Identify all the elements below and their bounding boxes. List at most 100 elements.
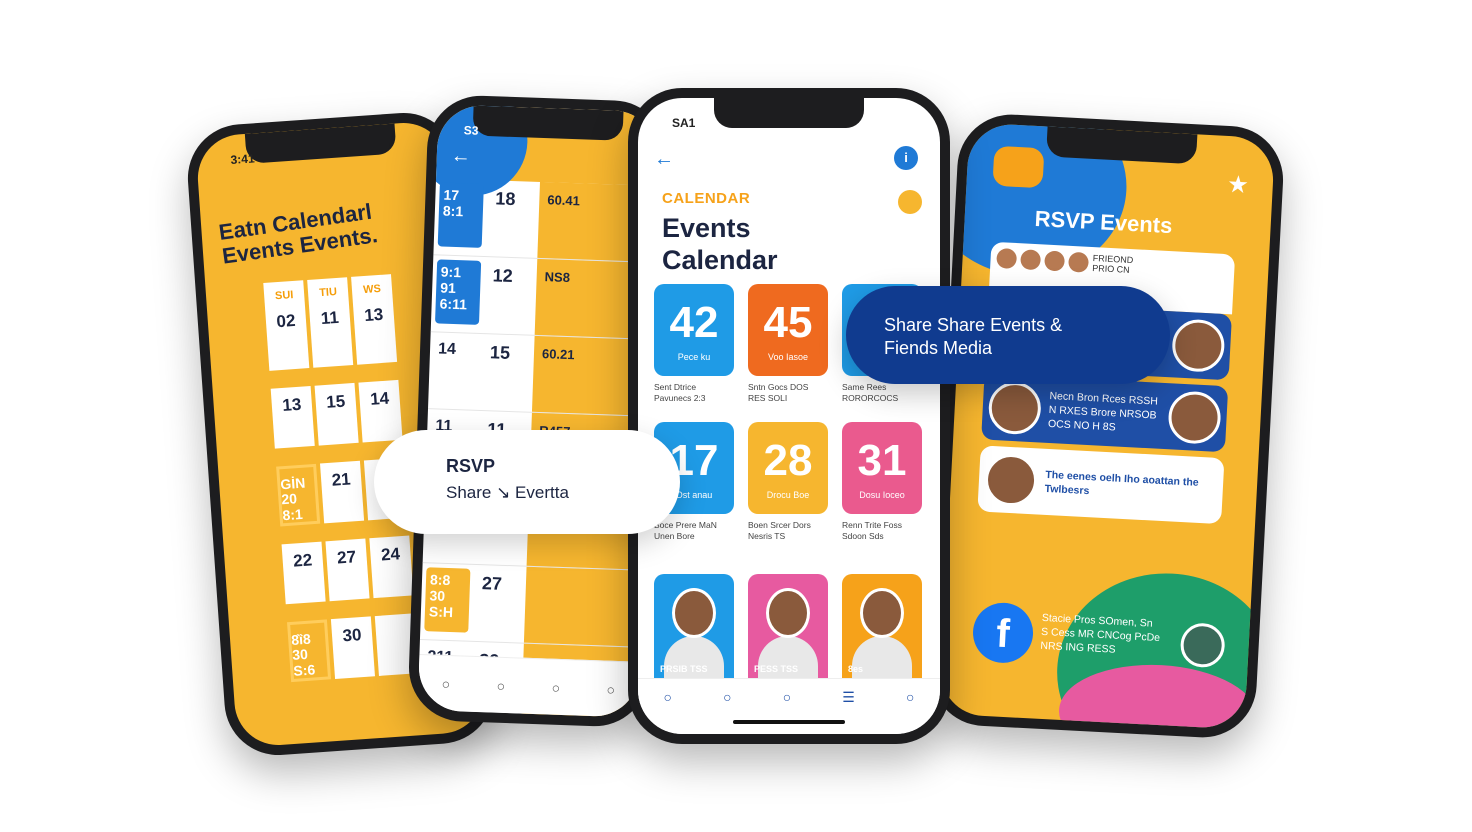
event-subtitle: Drocu Boe (766, 490, 810, 500)
tab-icon[interactable]: ○ (551, 679, 560, 695)
event-subtitle: Ost anau (675, 490, 713, 500)
friend-card[interactable]: The eenes oelh Iho aoattan the Twlbesrs (977, 445, 1225, 525)
avatar (672, 588, 716, 638)
facebook-icon[interactable]: f (971, 601, 1035, 665)
share-caption: Stacie Pros SOmen, Sn S Cess MR CNCog Pc… (1040, 611, 1161, 657)
avatar (1167, 390, 1222, 445)
event-tile[interactable]: 31 Dosu Ioceo Renn Trite Foss Sdoon Sds (842, 422, 922, 550)
tab-icon[interactable]: ○ (783, 689, 791, 705)
tab-icon[interactable]: ○ (664, 689, 672, 705)
face-icon (1044, 250, 1066, 272)
calendar-day-cell[interactable]: 8ȉ8 30 S:6 (286, 619, 332, 683)
tab-icon[interactable]: ○ (723, 689, 731, 705)
phone3-screen: SA1 ← i CALENDAR Events Calendar 42 Pece … (638, 98, 940, 734)
event-date-badge[interactable]: 31 Dosu Ioceo (842, 422, 922, 514)
event-detail (523, 566, 643, 647)
avatar (766, 588, 810, 638)
share-callout[interactable]: Share Share Events & Fiends Media (846, 286, 1170, 384)
section-label: CALENDAR (662, 190, 751, 207)
back-arrow-icon[interactable]: ← (654, 148, 674, 171)
event-date-badge[interactable]: 42 Pece ku (654, 284, 734, 376)
event-caption: Sntn Gocs DOS RES SOLI (748, 382, 809, 403)
phone2-screen: S3 ← 17 8:1 18 60.41 9:1 91 6:11 12 NS8 14 15 60… (417, 104, 659, 718)
avatar (860, 588, 904, 638)
weekday-label: WS (362, 282, 382, 297)
calendar-day-cell[interactable]: 21 (320, 460, 365, 524)
calendar-day-cell[interactable]: 24 (369, 535, 414, 599)
face-icon (1068, 251, 1090, 273)
phone-rsvp-feed: ★ RSVP Events FRIEOND PRIO CN Wers Es er… (928, 111, 1286, 741)
app-logo (992, 145, 1045, 189)
event-tile[interactable]: 45 Voo Iasoe Sntn Gocs DOS RES SOLI (748, 284, 828, 412)
friend-card[interactable]: Necn Bron Rces RSSH N RXES Brore NRSOB O… (981, 373, 1229, 453)
status-time: S3 (463, 123, 479, 138)
calendar-day-cell[interactable]: 27 (325, 538, 370, 602)
rsvp-callout[interactable]: RSVP Share ↘ Evertta (374, 430, 680, 534)
people-row: PRSIB TSS PESS TSS 8es (654, 574, 924, 682)
person-card[interactable]: PESS TSS (748, 574, 828, 682)
calendar-day-cell[interactable]: TIU 11 (307, 277, 354, 368)
page-title: Eatn Calendarl Events Events. (217, 198, 380, 269)
tab-icon[interactable]: ○ (606, 681, 615, 697)
friend-card-text: The eenes oelh Iho aoattan the Twlbesrs (1044, 468, 1199, 498)
schedule-row[interactable]: 8:8 30 S:H 27 (419, 563, 643, 648)
event-tag-cell: 8:8 30 S:H (420, 563, 475, 641)
face-icon (996, 248, 1018, 270)
event-date-badge[interactable]: 45 Voo Iasoe (748, 284, 828, 376)
calendar-day-cell[interactable]: GİN 20 8:1 (276, 463, 321, 527)
avatar (983, 452, 1039, 508)
person-card[interactable]: PRSIB TSS (654, 574, 734, 682)
callout-line: Fiends Media (884, 338, 993, 359)
event-caption: Sent Dtrice Pavunecs 2:3 (654, 382, 706, 403)
calendar-day-cell[interactable]: 30 (330, 616, 375, 680)
person-name: PESS TSS (754, 664, 799, 674)
event-date: 45 (763, 298, 813, 347)
notch (714, 98, 864, 128)
status-time: 3:41 (230, 151, 256, 168)
calendar-day-cell[interactable]: WS 13 (351, 274, 398, 365)
tab-bar: ○ ○ ○ ○ (417, 654, 640, 718)
calendar-day-cell[interactable]: 22 (281, 541, 326, 605)
tab-icon[interactable]: ○ (906, 689, 914, 705)
schedule-row[interactable]: 14 15 60.21 (427, 332, 651, 417)
event-tag[interactable]: 17 8:1 (437, 182, 484, 248)
day-number: 18 (495, 188, 516, 210)
notch (244, 123, 397, 164)
calendar-day-cell[interactable]: 15 (314, 382, 359, 446)
event-date-badge[interactable]: 28 Drocu Boe (748, 422, 828, 514)
back-arrow-icon[interactable]: ← (450, 145, 471, 169)
event-tile[interactable]: 42 Pece ku Sent Dtrice Pavunecs 2:3 (654, 284, 734, 412)
calendar-day-cell[interactable]: 14 (358, 379, 403, 443)
tab-bar: ○ ○ ○ ☰ ○ (638, 678, 940, 734)
calendar-day-cell[interactable]: SUI 02 (263, 280, 310, 371)
event-subtitle: Dosu Ioceo (859, 490, 905, 500)
tab-icon[interactable]: ○ (441, 675, 450, 691)
schedule-row[interactable]: 17 8:1 18 60.41 (433, 178, 656, 263)
day-number: 02 (275, 310, 297, 332)
page-title: Events Calendar (662, 213, 778, 276)
home-indicator (733, 720, 845, 724)
star-icon[interactable]: ★ (1227, 170, 1250, 200)
tab-icon[interactable]: ○ (496, 677, 505, 693)
friends-feed: FRIEOND PRIO CN Wers Es ertern eth NI OS… (977, 241, 1236, 530)
event-tag[interactable]: 8:8 30 S:H (424, 567, 471, 633)
event-tile[interactable]: 28 Drocu Boe Boen Srcer Dors Nesris TS (748, 422, 828, 550)
event-tag[interactable]: 9:1 91 6:11 (434, 259, 482, 325)
callout-line: Share Share Events & (884, 315, 1063, 335)
info-icon[interactable]: i (894, 146, 918, 170)
day-number: 15 (489, 342, 511, 363)
calendar-day-cell[interactable]: 13 (270, 386, 315, 449)
event-caption: Same Rees RORORCOCS (842, 382, 899, 403)
person-card[interactable]: 8es (842, 574, 922, 682)
person-name: PRSIB TSS (660, 664, 708, 674)
event-tag[interactable]: 14 (432, 336, 478, 401)
tab-icon[interactable]: ☰ (842, 689, 855, 706)
day-number: 12 (492, 265, 514, 287)
person-name: 8es (848, 664, 864, 674)
event-date: 28 (763, 436, 813, 485)
avatar (1171, 318, 1226, 373)
notch (472, 105, 624, 141)
event-tag-cell: 17 8:1 (433, 178, 488, 256)
callout-title: RSVP (446, 456, 496, 476)
schedule-row[interactable]: 9:1 91 6:11 12 NS8 (430, 255, 654, 340)
